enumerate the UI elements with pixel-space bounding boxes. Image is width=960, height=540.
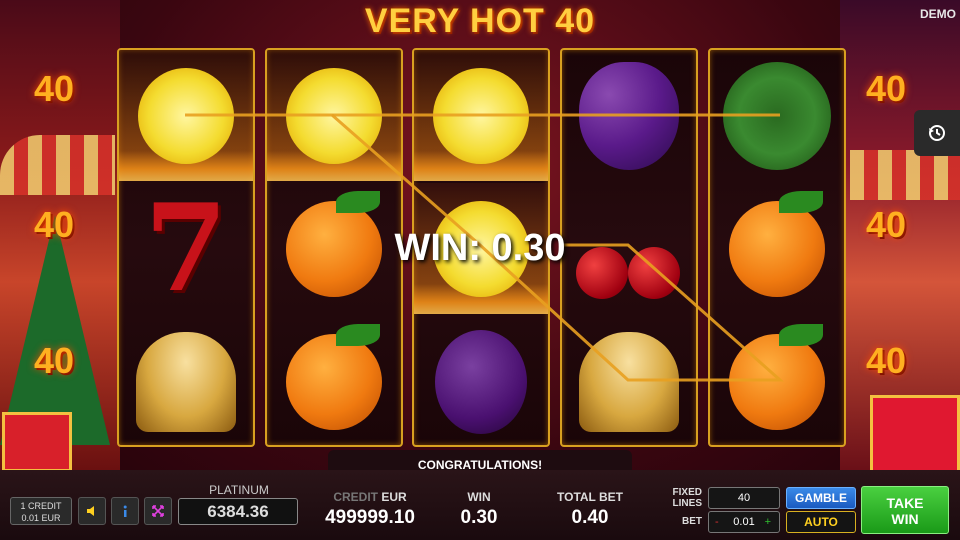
- total-bet-label: TOTAL BET: [557, 490, 623, 504]
- gamble-button[interactable]: GAMBLE: [786, 487, 856, 509]
- speaker-icon: [87, 506, 94, 516]
- take-win-line1: TAKE: [886, 495, 924, 511]
- reel-4-row-1: [562, 50, 696, 181]
- plum-icon: [435, 329, 527, 434]
- win-display: WIN 0.30: [448, 490, 510, 529]
- win-value: 0.30: [460, 507, 498, 528]
- credit-denomination-line1: 1 CREDIT: [20, 501, 62, 511]
- orange-icon: [729, 190, 825, 297]
- side-number-right-top: 40: [866, 68, 907, 109]
- credit-label: CREDIT: [333, 490, 378, 504]
- reel-1-row-1: [119, 50, 253, 181]
- cherries-icon: [574, 199, 684, 299]
- sound-button[interactable]: [78, 497, 106, 525]
- reel-4-row-2: [562, 183, 696, 314]
- history-icon: [929, 125, 945, 141]
- side-number-left-top: 40: [34, 68, 75, 109]
- auto-button[interactable]: AUTO: [786, 511, 856, 533]
- orange-icon: [729, 323, 825, 430]
- bet-stepper: - 0.01 +: [708, 511, 780, 533]
- seven-icon: 7: [144, 177, 228, 319]
- lemon-icon: [433, 67, 529, 164]
- reel-5-row-1: [710, 50, 844, 181]
- credit-currency: EUR: [381, 490, 407, 504]
- reel-2-row-1: [267, 50, 401, 181]
- reel-5-row-3: [710, 316, 844, 447]
- fixed-lines-value: 40: [708, 487, 780, 509]
- credit-display: CREDIT EUR 499999.10: [318, 490, 422, 529]
- grapes-icon: [579, 61, 679, 170]
- reel-2-row-3: [267, 316, 401, 447]
- win-label: WIN: [467, 490, 491, 504]
- reel-3-row-1: [414, 50, 548, 181]
- credit-denomination-line2: 0.01 EUR: [21, 513, 61, 523]
- bet-label: BET: [682, 516, 702, 527]
- watermelon-icon: [723, 61, 831, 170]
- take-win-button[interactable]: TAKE WIN: [861, 486, 949, 534]
- history-button[interactable]: [914, 110, 960, 156]
- side-number-right-bottom: 40: [866, 340, 907, 381]
- total-bet-value: 0.40: [571, 507, 609, 528]
- reel-1-row-2: 7: [119, 183, 253, 314]
- left-awning: [0, 135, 115, 195]
- reel-4-row-3: [562, 316, 696, 447]
- credit-denomination-button[interactable]: 1 CREDIT 0.01 EUR: [10, 497, 72, 525]
- lemon-icon: [286, 67, 382, 164]
- reel-5: [708, 48, 846, 447]
- take-win-line2: WIN: [891, 511, 919, 527]
- side-number-left-bottom: 40: [34, 340, 75, 381]
- gift-box-left: [2, 412, 72, 472]
- demo-badge: DEMO: [920, 7, 956, 21]
- orange-icon: [286, 323, 382, 430]
- win-overlay-text: WIN: 0.30: [394, 227, 566, 269]
- total-bet-display: TOTAL BET 0.40: [550, 490, 630, 529]
- bell-icon: [136, 331, 236, 432]
- bet-increase-button[interactable]: +: [765, 512, 771, 532]
- reel-1: 7: [117, 48, 255, 447]
- side-number-left-mid: 40: [34, 204, 75, 245]
- reel-5-row-2: [710, 183, 844, 314]
- bet-decrease-button[interactable]: -: [715, 512, 719, 532]
- fullscreen-button[interactable]: [144, 497, 172, 525]
- lemon-icon: [138, 67, 234, 164]
- reel-3-row-3: [414, 316, 548, 447]
- credit-value: 499999.10: [325, 507, 415, 528]
- jackpot-value: 6384.36: [178, 498, 298, 525]
- bet-value: 0.01: [733, 516, 755, 528]
- info-icon: [123, 505, 127, 517]
- orange-icon: [286, 190, 382, 297]
- info-button[interactable]: [111, 497, 139, 525]
- gift-box-right: [870, 395, 960, 473]
- reel-1-row-3: [119, 316, 253, 447]
- right-awning: [850, 150, 960, 200]
- reel-4: [560, 48, 698, 447]
- side-number-right-mid: 40: [866, 204, 907, 245]
- fullscreen-icon: [152, 505, 164, 517]
- fixed-lines-label: FIXED LINES: [672, 487, 702, 509]
- christmas-tree: [0, 215, 110, 445]
- bell-icon: [579, 331, 679, 432]
- game-title: VERY HOT 40: [364, 2, 596, 40]
